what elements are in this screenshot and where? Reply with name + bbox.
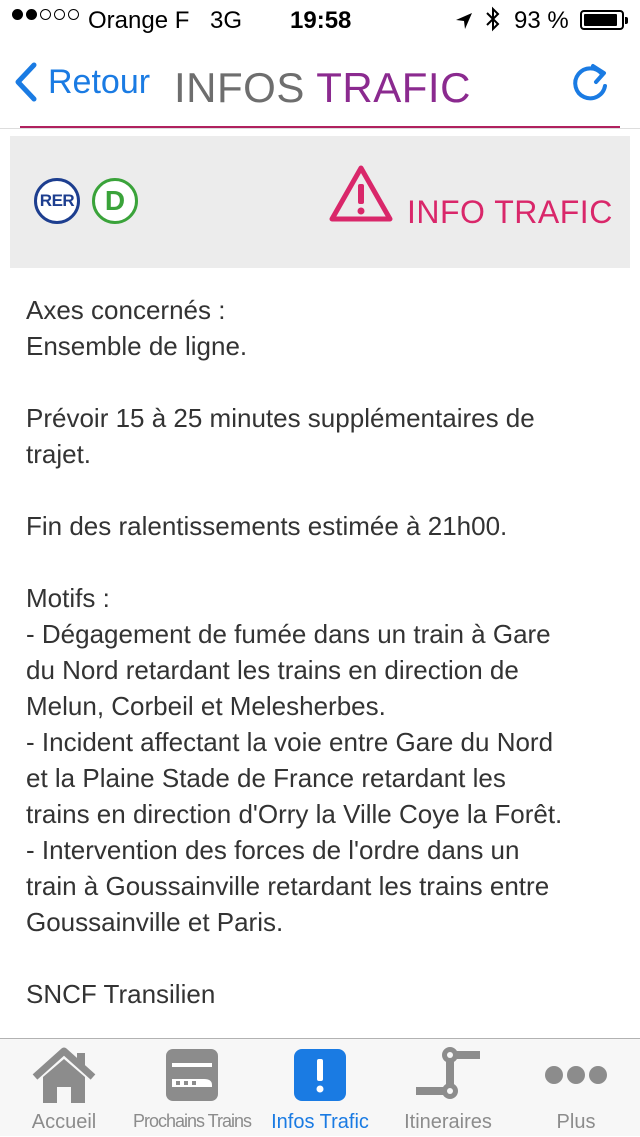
message-line: et la Plaine Stade de France retardant l… [26, 763, 506, 793]
nav-divider-shadow [0, 128, 640, 129]
tab-prochains-trains-label: Prochains Trains [132, 1111, 252, 1131]
message-line: Ensemble de ligne. [26, 331, 248, 361]
page-title: INFOS TRAFIC [174, 64, 471, 112]
message-blank-line [26, 472, 626, 508]
traffic-message: Axes concernés : Ensemble de ligne. Prévoi… [26, 292, 626, 1012]
battery-percent: 93 % [514, 7, 569, 34]
page-title-part1: INFOS [174, 64, 305, 111]
message-line: Melun, Corbeil et Melesherbes. [26, 691, 386, 721]
tab-itineraires-label: Itineraires [404, 1111, 492, 1133]
status-time: 19:58 [290, 7, 352, 34]
message-line: trains en direction d'Orry la Ville Coye… [26, 799, 563, 829]
back-label: Retour [48, 62, 151, 101]
train-icon [164, 1047, 220, 1108]
refresh-button[interactable] [566, 60, 614, 108]
navigation-bar: Retour INFOS TRAFIC [0, 40, 640, 128]
location-arrow-icon [454, 10, 474, 38]
tab-itineraires[interactable]: Itineraires [384, 1039, 512, 1137]
signal-strength-icon [12, 9, 79, 20]
refresh-icon [573, 64, 607, 101]
tab-accueil[interactable]: Accueil [0, 1039, 128, 1137]
message-line: SNCF Transilien [26, 979, 216, 1009]
message-line: du Nord retardant les trains en directio… [26, 655, 519, 685]
message-blank-line [26, 364, 626, 400]
message-line: Axes concernés : [26, 295, 226, 325]
exclamation-icon [292, 1047, 348, 1108]
tab-infos-trafic[interactable]: Infos Trafic [256, 1039, 384, 1137]
message-blank-line [26, 940, 626, 976]
traffic-banner: RER D INFO TRAFIC [10, 136, 630, 268]
warning-triangle-icon [328, 164, 394, 229]
message-line: - Incident affectant la voie entre Gare … [26, 727, 554, 757]
house-icon [31, 1047, 97, 1110]
network-type: 3G [210, 7, 243, 34]
tab-accueil-label: Accueil [31, 1111, 97, 1133]
message-blank-line [26, 544, 626, 580]
message-line: Motifs : [26, 583, 110, 613]
tab-plus-label: Plus [556, 1111, 596, 1133]
message-line: Fin des ralentissements estimée à 21h00. [26, 511, 508, 541]
message-line: Prévoir 15 à 25 minutes supplémentaires … [26, 403, 535, 433]
status-bar: Orange F 3G 19:58 93 % [0, 0, 640, 40]
line-d-badge: D [92, 178, 138, 224]
more-icon [543, 1063, 609, 1092]
chevron-left-icon [15, 62, 37, 102]
tab-infos-trafic-label: Infos Trafic [271, 1111, 369, 1133]
message-line: train à Goussainville retardant les trai… [26, 871, 550, 901]
page-title-part2: TRAFIC [316, 64, 471, 111]
rer-badge: RER [34, 178, 80, 224]
route-icon [412, 1047, 484, 1110]
carrier-name: Orange F [88, 7, 190, 34]
message-line: Goussainville et Paris. [26, 907, 284, 937]
tab-plus[interactable]: Plus [512, 1039, 640, 1137]
tab-prochains-trains[interactable]: Prochains Trains [128, 1039, 256, 1137]
message-line: - Intervention des forces de l'ordre dan… [26, 835, 520, 865]
tab-bar: Accueil Prochains Trains Infos Trafic It… [0, 1038, 640, 1136]
battery-icon [580, 10, 628, 30]
info-trafic-label: INFO TRAFIC [407, 194, 613, 230]
bluetooth-icon [484, 6, 502, 39]
message-line: - Dégagement de fumée dans un train à Ga… [26, 619, 551, 649]
back-button[interactable]: Retour [14, 62, 150, 102]
message-line: trajet. [26, 439, 92, 469]
